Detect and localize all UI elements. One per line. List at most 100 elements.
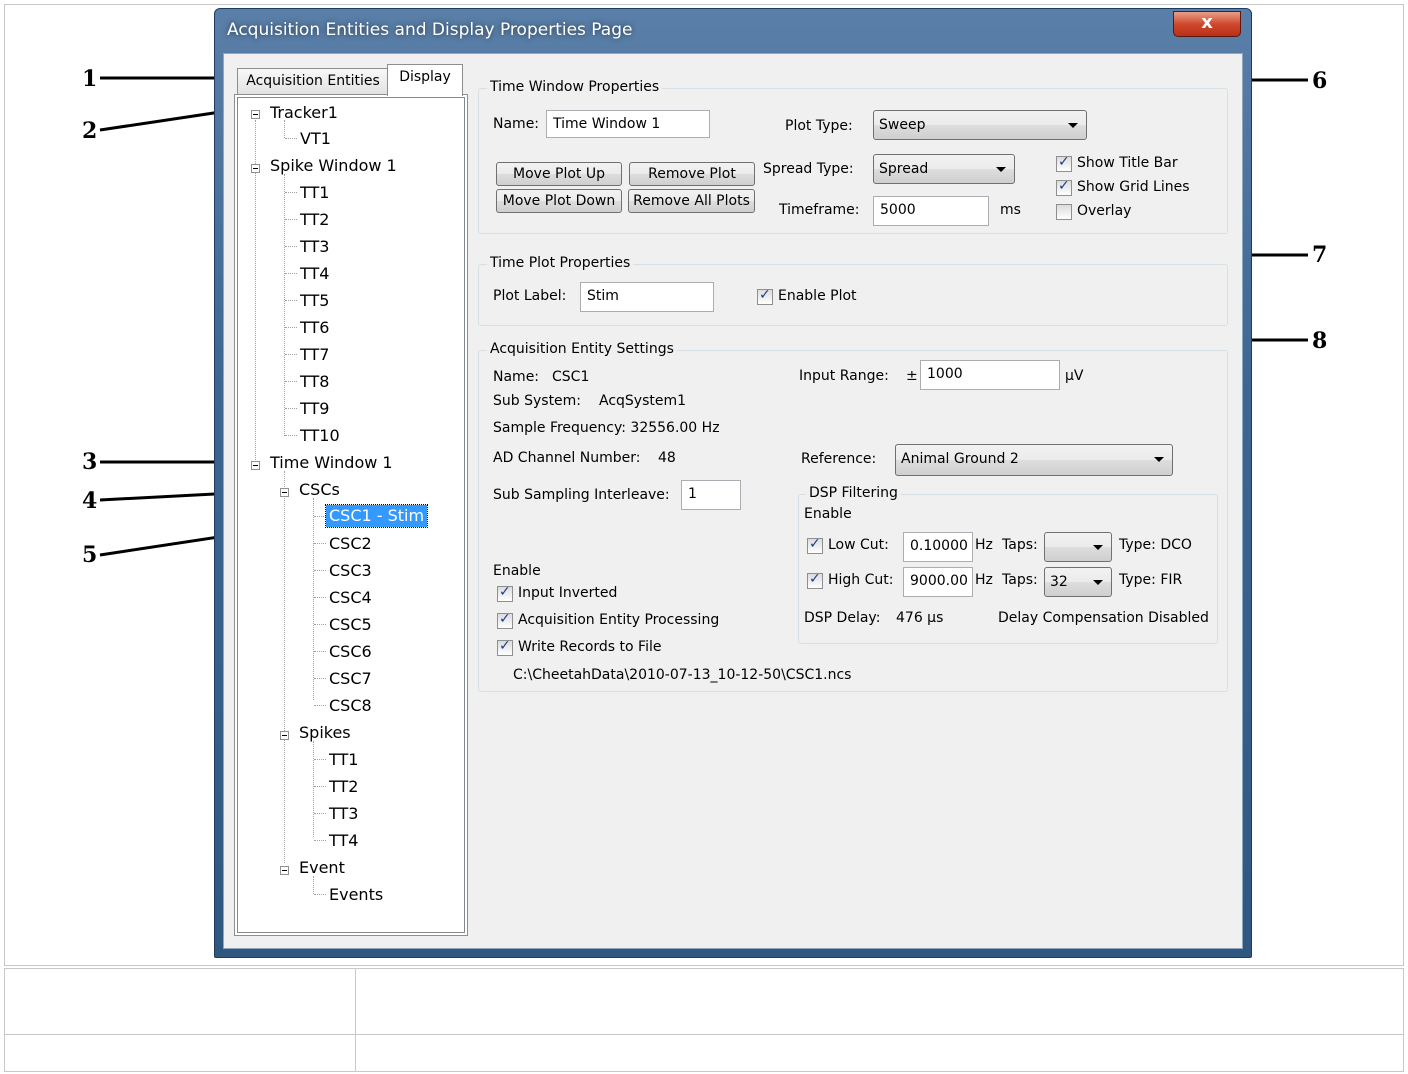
tree-node-csc[interactable]: CSC6 (329, 641, 372, 663)
tree-line (285, 138, 297, 139)
tree-node-tt[interactable]: TT8 (300, 371, 329, 393)
sub-sampling-input[interactable]: 1 (681, 480, 741, 510)
tree-node-cscs[interactable]: CSCs (299, 479, 340, 501)
expander-icon[interactable] (280, 866, 289, 875)
tree-node-tt[interactable]: TT5 (300, 290, 329, 312)
table-row (5, 1035, 1403, 1071)
tree-line (314, 759, 326, 760)
tree-node-tt[interactable]: TT3 (300, 236, 329, 258)
display-tree[interactable]: Tracker1 VT1 Spike Window 1 TT1 TT2 TT3 … (237, 97, 465, 933)
remove-plot-button[interactable]: Remove Plot (629, 162, 755, 186)
tree-node-spikes[interactable]: Spikes (299, 722, 351, 744)
move-plot-up-button[interactable]: Move Plot Up (496, 162, 622, 186)
tree-line (314, 516, 326, 517)
tree-node-vt1[interactable]: VT1 (300, 128, 331, 150)
overlay-checkbox[interactable] (1056, 204, 1072, 220)
reference-select[interactable]: Animal Ground 2 (895, 444, 1173, 476)
enable-plot-checkbox[interactable] (757, 287, 773, 305)
expander-icon[interactable] (251, 461, 260, 470)
tree-node-events[interactable]: Events (329, 884, 383, 906)
chevron-down-icon (996, 167, 1006, 172)
expander-icon[interactable] (251, 110, 260, 119)
expander-icon[interactable] (280, 731, 289, 740)
tree-line (285, 219, 297, 220)
high-taps-value: 32 (1050, 574, 1068, 590)
show-title-bar-label: Show Title Bar (1077, 155, 1178, 171)
dsp-filtering-title: DSP Filtering (806, 485, 901, 501)
input-inverted-label: Input Inverted (518, 585, 618, 601)
tab-acquisition-entities[interactable]: Acquisition Entities (237, 68, 389, 94)
tree-node-event[interactable]: Event (299, 857, 345, 879)
expander-icon[interactable] (251, 164, 260, 173)
tree-node-tt[interactable]: TT10 (300, 425, 340, 447)
tree-node-tt[interactable]: TT9 (300, 398, 329, 420)
tree-node-tt[interactable]: TT3 (329, 803, 358, 825)
low-cut-input[interactable]: 0.10000 (903, 532, 973, 562)
plot-label-input[interactable]: Stim (580, 282, 714, 312)
spread-type-select[interactable]: Spread (873, 154, 1015, 184)
close-icon: x (1201, 12, 1213, 33)
high-taps-select[interactable]: 32 (1044, 567, 1112, 597)
enable-section-label: Enable (493, 563, 541, 579)
input-inverted-checkbox[interactable] (497, 584, 513, 602)
remove-all-plots-button[interactable]: Remove All Plots (628, 189, 755, 213)
tree-node-csc1-selected[interactable]: CSC1 - Stim (324, 504, 429, 528)
show-grid-lines-checkbox[interactable] (1056, 178, 1072, 196)
callout-1: 1 (82, 66, 98, 92)
sub-sampling-label: Sub Sampling Interleave: (493, 487, 670, 503)
tree-line (285, 300, 297, 301)
plot-type-label: Plot Type: (785, 118, 853, 134)
high-cut-checkbox[interactable] (807, 571, 823, 589)
tree-node-csc[interactable]: CSC8 (329, 695, 372, 717)
dsp-delay-label: DSP Delay: (804, 610, 881, 626)
tree-node-tt[interactable]: TT2 (300, 209, 329, 231)
title-bar[interactable]: Acquisition Entities and Display Propert… (215, 9, 1251, 53)
low-taps-select[interactable] (1044, 532, 1112, 562)
tree-node-spike-window[interactable]: Spike Window 1 (270, 155, 397, 177)
callout-3: 3 (82, 449, 98, 475)
callout-8: 8 (1312, 328, 1328, 354)
tree-line (284, 174, 285, 436)
timeframe-input[interactable]: 5000 (873, 196, 989, 226)
tree-node-tt[interactable]: TT1 (329, 749, 358, 771)
tree-line (314, 705, 326, 706)
input-range-input[interactable]: 1000 (920, 360, 1060, 390)
tree-node-tt[interactable]: TT7 (300, 344, 329, 366)
callout-4: 4 (82, 488, 98, 514)
tree-line (314, 840, 326, 841)
tree-line (314, 678, 326, 679)
sub-system-label: Sub System: (493, 393, 582, 409)
expander-icon[interactable] (280, 488, 289, 497)
tree-node-csc[interactable]: CSC2 (329, 533, 372, 555)
write-records-checkbox[interactable] (497, 638, 513, 656)
tree-line (314, 597, 326, 598)
tree-node-csc[interactable]: CSC4 (329, 587, 372, 609)
tree-node-tracker[interactable]: Tracker1 (270, 102, 338, 124)
plot-type-select[interactable]: Sweep (873, 110, 1087, 140)
close-button[interactable]: x (1173, 11, 1241, 37)
acq-processing-checkbox[interactable] (497, 611, 513, 629)
tree-node-tt[interactable]: TT1 (300, 182, 329, 204)
callout-6: 6 (1312, 68, 1328, 94)
tree-node-csc[interactable]: CSC5 (329, 614, 372, 636)
spread-type-value: Spread (879, 161, 929, 177)
tree-node-tt[interactable]: TT6 (300, 317, 329, 339)
tree-node-csc[interactable]: CSC3 (329, 560, 372, 582)
tree-node-csc[interactable]: CSC7 (329, 668, 372, 690)
high-cut-hz: Hz (975, 572, 993, 588)
tree-line (285, 192, 297, 193)
timeframe-unit: ms (1000, 202, 1021, 218)
move-plot-down-button[interactable]: Move Plot Down (496, 189, 622, 213)
low-cut-checkbox[interactable] (807, 536, 823, 554)
high-cut-input[interactable]: 9000.00 (903, 567, 973, 597)
tree-node-tt[interactable]: TT4 (329, 830, 358, 852)
tree-node-time-window[interactable]: Time Window 1 (270, 452, 393, 474)
acquisition-entity-settings-title: Acquisition Entity Settings (487, 341, 677, 357)
tab-display[interactable]: Display (387, 64, 463, 96)
time-window-name-label: Name: (493, 116, 540, 132)
tree-node-tt[interactable]: TT2 (329, 776, 358, 798)
tree-node-tt[interactable]: TT4 (300, 263, 329, 285)
callout-5: 5 (82, 542, 98, 568)
show-title-bar-checkbox[interactable] (1056, 154, 1072, 172)
time-window-name-input[interactable]: Time Window 1 (546, 110, 710, 138)
